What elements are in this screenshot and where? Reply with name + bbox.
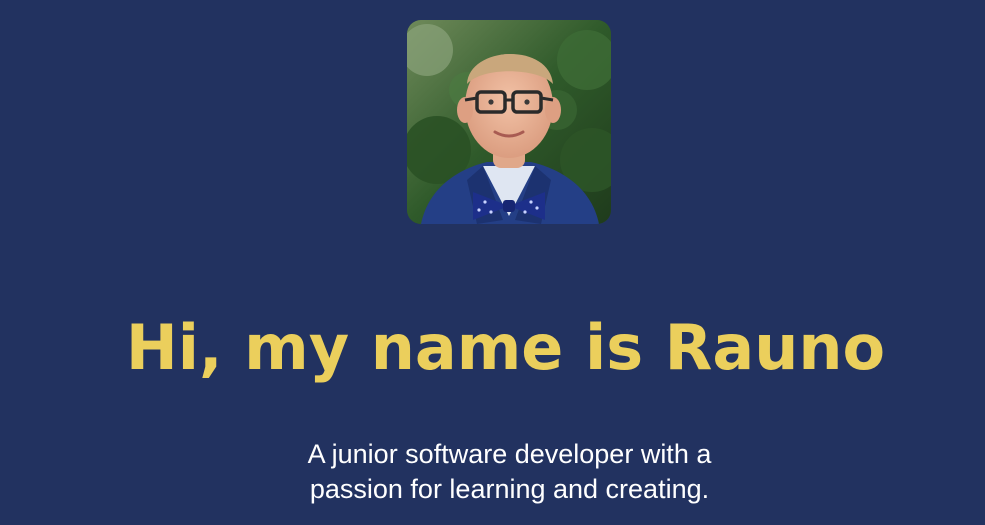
hero-section: Hi, my name is Rauno A junior software d… <box>0 0 985 525</box>
hero-tagline: A junior software developer with a passi… <box>0 437 985 507</box>
tagline-line-1: A junior software developer with a <box>307 439 712 469</box>
profile-photo <box>407 20 611 224</box>
tagline-line-2: passion for learning and creating. <box>309 474 710 504</box>
hero-headline: Hi, my name is Rauno <box>125 311 886 384</box>
profile-photo-icon <box>407 20 611 224</box>
